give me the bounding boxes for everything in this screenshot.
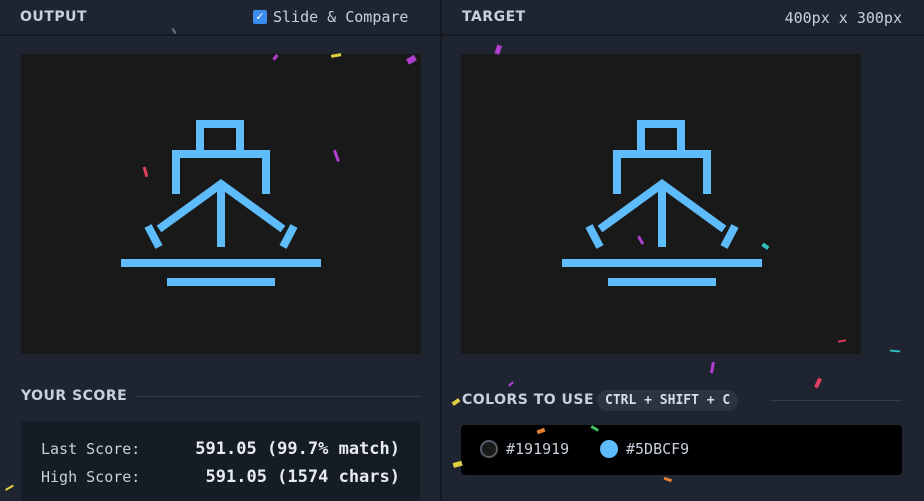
color-swatch-dark[interactable]: #191919 [480, 440, 569, 458]
target-title: TARGET [462, 9, 526, 25]
color-swatch-blue[interactable]: #5DBCF9 [600, 440, 689, 458]
output-ship-icon [21, 54, 421, 354]
target-ship-icon [461, 54, 861, 354]
copy-colors-shortcut: CTRL + SHIFT + C [597, 390, 739, 411]
slide-compare-toggle[interactable]: ✓ Slide & Compare [253, 8, 408, 26]
color-label-blue[interactable]: #5DBCF9 [626, 440, 689, 458]
last-score-value: 591.05 (99.7% match) [195, 439, 400, 459]
high-score-value: 591.05 (1574 chars) [205, 467, 400, 487]
output-header: OUTPUT ✓ Slide & Compare [0, 0, 440, 36]
slide-compare-checkbox[interactable]: ✓ [253, 10, 267, 24]
high-score-label: High Score: [41, 468, 141, 486]
output-canvas[interactable] [21, 54, 421, 354]
target-canvas [461, 54, 861, 354]
target-dimensions: 400px x 300px [784, 9, 902, 27]
color-dot-blue[interactable] [600, 440, 618, 458]
output-title: OUTPUT [20, 9, 87, 25]
output-panel: OUTPUT ✓ Slide & Compare YOUR SCORE Last… [0, 0, 440, 501]
last-score-row: Last Score: 591.05 (99.7% match) [41, 439, 400, 459]
color-dot-dark[interactable] [480, 440, 498, 458]
colors-divider [770, 400, 902, 401]
high-score-row: High Score: 591.05 (1574 chars) [41, 467, 400, 487]
color-label-dark[interactable]: #191919 [506, 440, 569, 458]
colors-box: #191919 #5DBCF9 [461, 425, 902, 475]
css-battle-screen: OUTPUT ✓ Slide & Compare YOUR SCORE Last… [0, 0, 924, 501]
score-divider [136, 396, 420, 397]
score-title: YOUR SCORE [21, 388, 128, 404]
target-header: TARGET 400px x 300px [442, 0, 924, 36]
slide-compare-label[interactable]: Slide & Compare [273, 8, 408, 26]
score-box: Last Score: 591.05 (99.7% match) High Sc… [21, 421, 420, 501]
last-score-label: Last Score: [41, 440, 141, 458]
colors-title: COLORS TO USE [462, 392, 595, 408]
